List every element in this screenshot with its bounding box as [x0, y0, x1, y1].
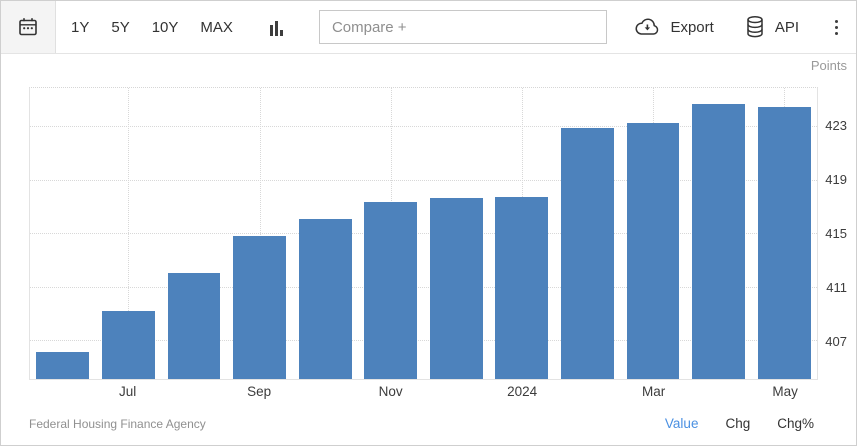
x-tick-label: Nov	[378, 384, 403, 399]
kebab-menu-icon	[835, 19, 838, 35]
cloud-download-icon	[634, 17, 661, 37]
y-axis: 407 411 415 419 423	[811, 87, 856, 380]
bar-aug-2023[interactable]	[167, 273, 221, 379]
compare-input[interactable]	[318, 10, 607, 44]
bar-feb-2024[interactable]	[561, 128, 614, 379]
y-tick-label: 407	[825, 334, 847, 350]
x-axis: Jul Sep Nov 2024 Mar May	[29, 384, 818, 402]
bar-sep-2023[interactable]	[233, 235, 286, 379]
source-label: Federal Housing Finance Agency	[29, 416, 206, 431]
x-tick-label: Mar	[641, 384, 666, 399]
range-button-10y[interactable]: 10Y	[141, 13, 190, 42]
chart-region: Points 407 411 415 419 423 Jul Sep Nov 2024 Mar M…	[1, 54, 856, 445]
y-tick-label: 415	[825, 226, 847, 242]
bar-jun-2023[interactable]	[36, 352, 90, 379]
x-tick-label: May	[772, 384, 798, 399]
date-range-picker-button[interactable]	[1, 1, 56, 53]
x-tick-label: Jul	[118, 384, 137, 399]
api-label: API	[774, 18, 799, 36]
bar-apr-2024[interactable]	[692, 104, 746, 379]
range-buttons: 1Y 5Y 10Y MAX	[60, 13, 244, 42]
chart-widget: 1Y5Y10YMAX Export	[0, 0, 857, 446]
plot-area	[29, 87, 818, 380]
footer-link-chg[interactable]: Chg	[725, 416, 750, 431]
api-button[interactable]: API	[744, 15, 799, 39]
toolbar: 1Y5Y10YMAX Export	[1, 1, 856, 54]
export-label: Export	[670, 18, 714, 36]
bar-jul-2023[interactable]	[101, 310, 155, 379]
chart-type-button[interactable]	[269, 18, 283, 36]
database-icon	[744, 15, 766, 39]
footer-link-value[interactable]: Value	[665, 416, 699, 431]
x-tick-label: 2024	[507, 384, 538, 399]
toolbar-right: Export API	[634, 15, 856, 39]
bar-nov-2023[interactable]	[364, 202, 418, 379]
y-tick-label: 411	[826, 280, 847, 296]
footer-link-chg-[interactable]: Chg%	[777, 416, 814, 431]
chart-footer: Federal Housing Finance Agency Value Chg C…	[29, 416, 814, 431]
bar-chart-icon	[269, 21, 283, 36]
range-button-max[interactable]: MAX	[189, 13, 244, 42]
range-button-5y[interactable]: 5Y	[100, 13, 140, 42]
x-tick-label: Sep	[247, 384, 272, 399]
more-options-button[interactable]	[829, 16, 844, 39]
bar-mar-2024[interactable]	[626, 122, 680, 379]
bar-may-2024[interactable]	[757, 106, 811, 379]
bar-jan-2024[interactable]	[495, 196, 549, 379]
bar-dec-2023[interactable]	[429, 197, 483, 379]
bar-oct-2023[interactable]	[298, 219, 352, 379]
range-button-1y[interactable]: 1Y	[60, 13, 100, 42]
export-button[interactable]: Export	[634, 17, 714, 37]
y-axis-unit-label: Points	[810, 58, 847, 73]
calendar-icon	[17, 16, 39, 38]
footer-links: Value Chg Chg%	[638, 416, 814, 431]
